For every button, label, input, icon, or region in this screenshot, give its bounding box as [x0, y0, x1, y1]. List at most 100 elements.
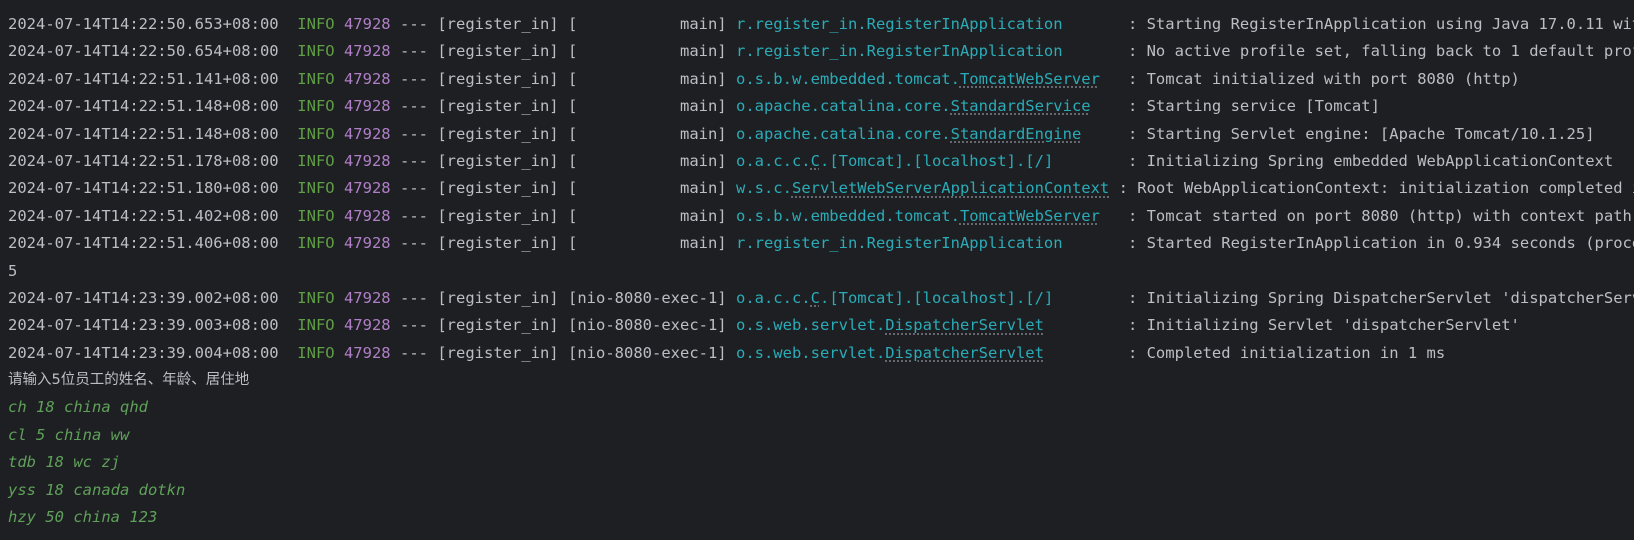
log-thread: [ main]: [568, 69, 727, 88]
log-timestamp: 2024-07-14T14:22:51.141+08:00: [8, 69, 279, 88]
log-separator: ---: [399, 97, 428, 116]
log-app-name: [register_in]: [437, 69, 559, 88]
log-logger-prefix: r.register_in.RegisterInApplication: [735, 234, 1063, 253]
log-pid: 47928: [343, 343, 391, 362]
log-logger-class-link[interactable]: C: [811, 289, 820, 307]
log-thread: [ main]: [568, 206, 727, 225]
log-logger-prefix: w.s.c.: [735, 179, 792, 198]
log-message: : Starting RegisterInApplication using J…: [1127, 15, 1634, 33]
log-level: INFO: [297, 343, 335, 362]
user-input-line: cl 5 china ww: [8, 425, 130, 444]
log-level: INFO: [297, 124, 335, 143]
log-timestamp: 2024-07-14T14:23:39.002+08:00: [8, 288, 279, 307]
log-logger-suffix: .[Tomcat].[localhost].[/]: [819, 288, 1054, 307]
user-input-line: tdb 18 wc zj: [8, 453, 120, 472]
log-logger-prefix: o.a.c.c.: [735, 288, 811, 307]
log-separator: ---: [399, 151, 428, 170]
log-logger-class-link[interactable]: DispatcherServlet: [885, 316, 1044, 334]
log-line: 2024-07-14T14:22:51.148+08:00 INFO 47928…: [0, 93, 1634, 120]
log-separator: ---: [399, 69, 428, 88]
log-line: 2024-07-14T14:22:51.406+08:00 INFO 47928…: [0, 230, 1634, 257]
log-app-name: [register_in]: [437, 15, 559, 33]
log-logger-suffix: .[Tomcat].[localhost].[/]: [819, 151, 1054, 170]
log-message: : Initializing Servlet 'dispatcherServle…: [1127, 316, 1520, 335]
log-pid: 47928: [343, 42, 391, 61]
log-logger-class-link[interactable]: C: [811, 152, 820, 170]
log-thread: [ main]: [568, 15, 727, 33]
log-line: 2024-07-14T14:22:50.654+08:00 INFO 47928…: [0, 38, 1634, 65]
log-line: 2024-07-14T14:22:51.402+08:00 INFO 47928…: [0, 203, 1634, 230]
log-logger-prefix: o.s.web.servlet.: [735, 343, 886, 362]
log-thread: [ main]: [568, 234, 727, 253]
log-app-name: [register_in]: [437, 179, 559, 198]
log-separator: ---: [399, 288, 428, 307]
log-timestamp: 2024-07-14T14:22:51.406+08:00: [8, 234, 279, 253]
log-line: 2024-07-14T14:22:51.141+08:00 INFO 47928…: [0, 66, 1634, 93]
log-app-name: [register_in]: [437, 206, 559, 225]
log-level: INFO: [297, 234, 335, 253]
log-pid: 47928: [343, 124, 391, 143]
user-input-line: ch 18 china qhd: [8, 398, 148, 417]
log-app-name: [register_in]: [437, 316, 559, 335]
log-message: : Starting service [Tomcat]: [1127, 97, 1380, 116]
log-message: : Initializing Spring DispatcherServlet …: [1127, 288, 1634, 307]
log-pid: 47928: [343, 179, 391, 198]
log-level: INFO: [297, 206, 335, 225]
log-app-name: [register_in]: [437, 288, 559, 307]
log-logger-class-link[interactable]: ServletWebServerApplicationContext: [792, 179, 1109, 197]
log-logger-class-link[interactable]: StandardService: [951, 97, 1091, 115]
log-line: 2024-07-14T14:22:50.653+08:00 INFO 47928…: [0, 11, 1634, 38]
log-pid: 47928: [343, 288, 391, 307]
log-logger-class-link[interactable]: TomcatWebServer: [960, 70, 1100, 88]
log-line: 2024-07-14T14:22:51.178+08:00 INFO 47928…: [0, 148, 1634, 175]
input-prompt-line: 请输入5位员工的姓名、年龄、居住地: [8, 372, 250, 389]
console-output[interactable]: 2024-07-14T14:22:50.653+08:00 INFO 47928…: [0, 0, 1634, 540]
log-message: : No active profile set, falling back to…: [1127, 42, 1634, 61]
log-message: : Tomcat started on port 8080 (http) wit…: [1127, 206, 1634, 225]
log-level: INFO: [297, 15, 335, 33]
log-timestamp: 2024-07-14T14:22:51.148+08:00: [8, 97, 279, 116]
log-separator: ---: [399, 206, 428, 225]
log-level: INFO: [297, 151, 335, 170]
log-logger-prefix: o.s.web.servlet.: [735, 316, 886, 335]
log-logger-prefix: r.register_in.RegisterInApplication: [735, 42, 1063, 61]
log-timestamp: 2024-07-14T14:23:39.003+08:00: [8, 316, 279, 335]
log-timestamp: 2024-07-14T14:23:39.004+08:00: [8, 343, 279, 362]
log-thread: [ main]: [568, 151, 727, 170]
log-logger-prefix: r.register_in.RegisterInApplication: [735, 15, 1063, 33]
log-thread: [ main]: [568, 179, 727, 198]
log-message: : Started RegisterInApplication in 0.934…: [1127, 234, 1634, 253]
log-app-name: [register_in]: [437, 151, 559, 170]
log-separator: ---: [399, 124, 428, 143]
log-line: 2024-07-14T14:23:39.004+08:00 INFO 47928…: [0, 340, 1634, 367]
log-message: : Root WebApplicationContext: initializa…: [1118, 179, 1634, 198]
log-separator: ---: [399, 316, 428, 335]
log-timestamp: 2024-07-14T14:22:50.653+08:00: [8, 15, 279, 33]
request-log-block: 2024-07-14T14:23:39.002+08:00 INFO 47928…: [0, 285, 1634, 367]
log-timestamp: 2024-07-14T14:22:51.148+08:00: [8, 124, 279, 143]
log-logger-class-link[interactable]: TomcatWebServer: [960, 207, 1100, 225]
log-thread: [nio-8080-exec-1]: [568, 343, 727, 362]
log-timestamp: 2024-07-14T14:22:51.180+08:00: [8, 179, 279, 198]
log-app-name: [register_in]: [437, 97, 559, 116]
log-thread: [nio-8080-exec-1]: [568, 288, 727, 307]
log-logger-class-link[interactable]: DispatcherServlet: [885, 344, 1044, 362]
log-logger-class-link[interactable]: StandardEngine: [951, 125, 1082, 143]
log-pid: 47928: [343, 15, 391, 33]
log-level: INFO: [297, 42, 335, 61]
log-pid: 47928: [343, 206, 391, 225]
log-thread: [nio-8080-exec-1]: [568, 316, 727, 335]
log-pid: 47928: [343, 97, 391, 116]
log-level: INFO: [297, 316, 335, 335]
log-separator: ---: [399, 179, 428, 198]
log-separator: ---: [399, 234, 428, 253]
log-message: : Completed initialization in 1 ms: [1127, 343, 1446, 362]
log-app-name: [register_in]: [437, 42, 559, 61]
log-line: 2024-07-14T14:22:51.148+08:00 INFO 47928…: [0, 121, 1634, 148]
log-logger-prefix: o.apache.catalina.core.: [735, 97, 951, 116]
user-input-line: hzy 50 china 123: [8, 508, 158, 527]
log-pid: 47928: [343, 316, 391, 335]
log-message: : Starting Servlet engine: [Apache Tomca…: [1127, 124, 1595, 143]
log-logger-prefix: o.a.c.c.: [735, 151, 811, 170]
log-separator: ---: [399, 42, 428, 61]
